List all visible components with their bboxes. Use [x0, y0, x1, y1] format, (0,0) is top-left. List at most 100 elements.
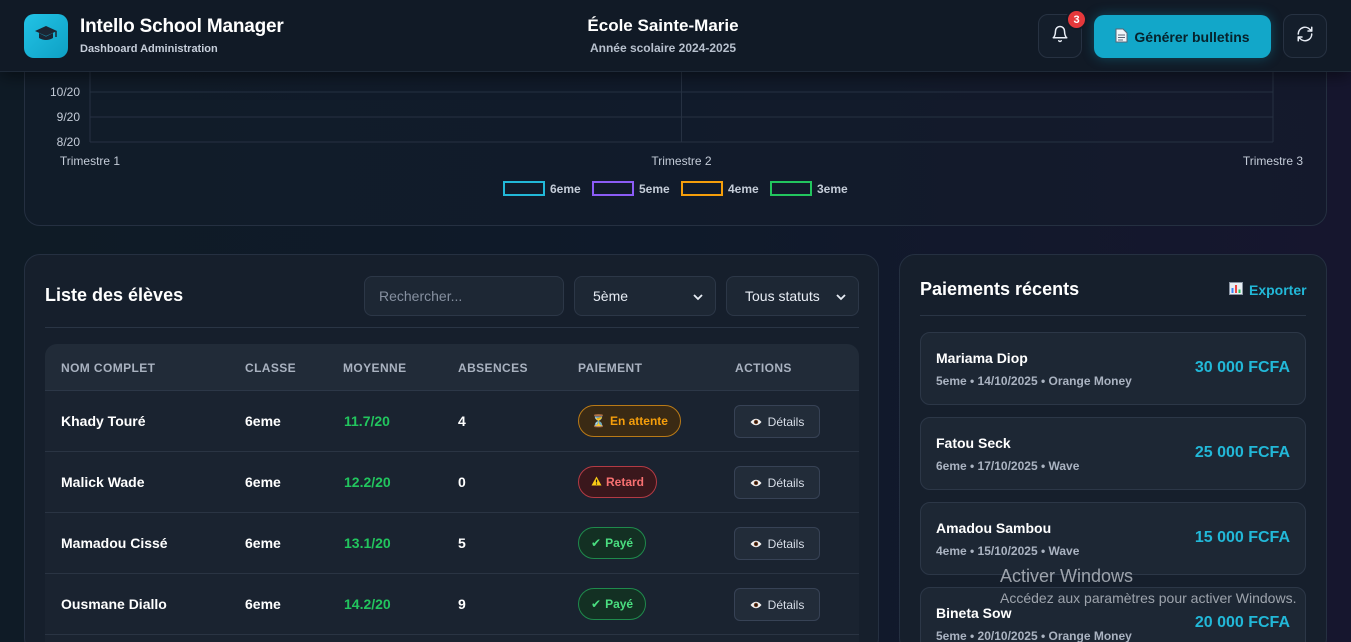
student-average: 11.7/20 [344, 413, 390, 429]
table-row: Ousmane Diallo 6eme 14.2/20 9 ✔ Payé Dét… [45, 574, 859, 635]
details-label: Détails [767, 597, 805, 612]
generate-reports-label: Générer bulletins [1134, 28, 1250, 45]
payment-amount: 30 000 FCFA [1194, 359, 1290, 376]
payment-status-label: En attente [609, 414, 668, 428]
legend-swatch [503, 181, 545, 196]
payment-item[interactable]: Mariama Diop 5eme • 14/10/2025 • Orange … [920, 332, 1306, 405]
payment-status-label: Payé [605, 597, 634, 611]
check-icon: ✔ [591, 597, 602, 611]
x-tick-label: Trimestre 3 [1243, 154, 1304, 168]
legend-label: 6eme [550, 182, 581, 196]
payment-meta: 6eme • 17/10/2025 • Wave [936, 459, 1080, 473]
generate-reports-button[interactable]: Générer bulletins [1094, 15, 1271, 58]
windows-activation-title: Activer Windows [1000, 566, 1134, 586]
details-button[interactable]: Détails [734, 527, 820, 560]
student-name: Malick Wade [61, 474, 145, 490]
column-header-payment: PAIEMENT [578, 361, 643, 375]
table-header: NOM COMPLET CLASSE MOYENNE ABSENCES PAIE… [45, 344, 859, 391]
payment-status-badge: ⏳ En attente [578, 405, 681, 437]
payment-student-name: Mariama Diop [936, 350, 1028, 366]
class-filter-value: 5ème [593, 288, 629, 304]
warning-icon [591, 475, 602, 489]
student-class: 6eme [245, 535, 281, 551]
payment-student-name: Fatou Seck [936, 435, 1011, 451]
eye-icon [750, 598, 762, 612]
top-header: Intello School Manager Dashboard Adminis… [0, 0, 1351, 72]
legend-label: 4eme [728, 182, 759, 196]
details-button[interactable]: Détails [734, 405, 820, 438]
details-label: Détails [767, 536, 805, 551]
details-button[interactable]: Détails [734, 466, 820, 499]
legend-label: 5eme [639, 182, 670, 196]
student-name: Ousmane Diallo [61, 596, 167, 612]
student-name: Khady Touré [61, 413, 146, 429]
legend-label: 3eme [817, 182, 848, 196]
payment-meta: 4eme • 15/10/2025 • Wave [936, 544, 1080, 558]
x-tick-label: Trimestre 2 [651, 154, 712, 168]
windows-activation-subtitle: Accédez aux paramètres pour activer Wind… [1000, 590, 1297, 606]
eye-icon [750, 415, 762, 429]
column-header-actions: ACTIONS [735, 361, 792, 375]
payment-amount: 15 000 FCFA [1194, 529, 1290, 546]
payment-status-label: Retard [606, 475, 645, 489]
student-absences: 0 [458, 474, 466, 490]
students-list-title: Liste des élèves [45, 285, 184, 305]
export-label: Exporter [1249, 282, 1307, 298]
legend-swatch [681, 181, 723, 196]
chevron-down-icon [836, 288, 846, 304]
document-icon [1115, 28, 1128, 46]
y-tick-label: 8/20 [57, 135, 81, 149]
chevron-down-icon [693, 288, 703, 304]
table-row: Mamadou Cissé 6eme 13.1/20 5 ✔ Payé Déta… [45, 513, 859, 574]
eye-icon [750, 537, 762, 551]
bell-icon [1051, 25, 1069, 48]
details-button[interactable]: Détails [734, 588, 820, 621]
y-tick-label: 9/20 [57, 110, 81, 124]
refresh-icon [1296, 25, 1314, 48]
student-search-input[interactable] [364, 276, 564, 316]
students-list-card: Liste des élèves 5ème Tous statuts NOM C… [24, 254, 879, 642]
payment-meta: 5eme • 20/10/2025 • Orange Money [936, 629, 1132, 642]
student-name: Mamadou Cissé [61, 535, 168, 551]
student-average: 14.2/20 [344, 596, 391, 612]
status-filter-value: Tous statuts [745, 288, 820, 304]
payment-meta: 5eme • 14/10/2025 • Orange Money [936, 374, 1132, 388]
recent-payments-title: Paiements récents [920, 279, 1080, 299]
student-absences: 9 [458, 596, 466, 612]
bar-chart-icon [1229, 282, 1243, 298]
payment-status-badge: ✔ Payé [578, 588, 647, 620]
y-tick-label: 10/20 [50, 85, 80, 99]
student-average: 13.1/20 [344, 535, 391, 551]
student-absences: 4 [458, 413, 466, 429]
column-header-average: MOYENNE [343, 361, 407, 375]
eye-icon [750, 476, 762, 490]
payment-amount: 20 000 FCFA [1194, 614, 1290, 631]
student-absences: 5 [458, 535, 466, 551]
column-header-name: NOM COMPLET [61, 361, 156, 375]
student-class: 6eme [245, 474, 281, 490]
class-filter-select[interactable]: 5ème [574, 276, 716, 316]
export-button[interactable]: Exporter [1229, 282, 1307, 298]
payment-item[interactable]: Fatou Seck 6eme • 17/10/2025 • Wave 25 0… [920, 417, 1306, 490]
x-tick-label: Trimestre 1 [60, 154, 121, 168]
details-label: Détails [767, 475, 805, 490]
legend-swatch [592, 181, 634, 196]
check-icon: ✔ [591, 536, 602, 550]
payment-student-name: Bineta Sow [936, 605, 1012, 621]
student-average: 12.2/20 [344, 474, 391, 490]
section-divider [45, 327, 859, 328]
column-header-absences: ABSENCES [458, 361, 528, 375]
status-filter-select[interactable]: Tous statuts [726, 276, 859, 316]
student-class: 6eme [245, 413, 281, 429]
section-divider [920, 315, 1306, 316]
student-class: 6eme [245, 596, 281, 612]
legend-swatch [770, 181, 812, 196]
payment-item[interactable]: Amadou Sambou 4eme • 15/10/2025 • Wave 1… [920, 502, 1306, 575]
payment-status-badge: ✔ Payé [578, 527, 647, 559]
hourglass-icon: ⏳ [591, 414, 606, 428]
details-label: Détails [767, 414, 805, 429]
table-row: Malick Wade 6eme 12.2/20 0 Retard Détail… [45, 452, 859, 513]
column-header-class: CLASSE [245, 361, 297, 375]
refresh-button[interactable] [1283, 14, 1327, 58]
payment-status-label: Payé [605, 536, 634, 550]
